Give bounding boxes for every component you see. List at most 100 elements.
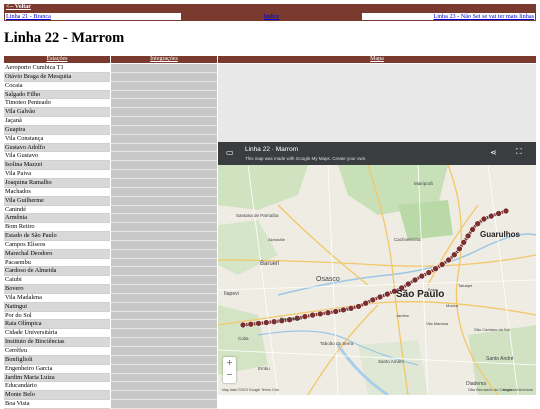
station-marker[interactable] [247,320,255,328]
station-name: Cardoso de Almeida [4,267,110,277]
stations-table: Aeroporto Cumbica T1 Otávio Braga de Mesq… [4,64,217,409]
table-row: Por do Sol [4,311,217,321]
station-marker[interactable] [502,207,510,215]
table-row: Educandário [4,382,217,392]
station-marker[interactable] [355,303,362,310]
fullscreen-icon[interactable]: ⛶ [516,147,522,157]
station-integrations [111,329,217,339]
station-marker[interactable] [474,220,482,228]
station-name: Natingui [4,302,110,312]
table-row: Canindé [4,205,217,215]
station-marker[interactable] [438,261,446,268]
map-place-label: Vila Mariana [426,321,449,326]
station-name: Machados [4,188,110,197]
table-row: Marechal Deodoro [4,249,217,259]
station-integrations [111,223,217,233]
station-marker[interactable] [451,251,458,258]
station-integrations [111,196,217,206]
station-marker[interactable] [301,313,309,320]
station-marker[interactable] [362,299,369,307]
nav-prev-cell: Linha 21 - Branca [5,13,181,20]
col-header-stations: Estações [4,56,110,63]
map-place-label: Mairiporã [414,181,433,186]
map-attribution[interactable]: Map data ©2023 Google Terms 2 km [222,388,279,392]
station-marker[interactable] [384,290,391,298]
station-integrations [111,276,217,286]
station-marker[interactable] [324,309,332,316]
station-marker[interactable] [495,210,502,217]
station-marker[interactable] [487,212,495,220]
table-row: Joaquina Ramalho [4,178,217,188]
station-marker[interactable] [332,308,339,315]
station-marker[interactable] [347,305,355,312]
station-integrations [111,99,217,109]
index-link[interactable]: Índice [264,13,279,20]
map-place-label: Alphaville [268,237,286,242]
station-name: Monte Belo [4,391,110,401]
station-marker[interactable] [480,215,488,223]
station-marker[interactable] [418,272,426,280]
station-name: Jaçanã [4,117,110,126]
station-name: Otávio Braga de Mesquita [4,72,110,82]
station-marker[interactable] [369,296,377,304]
prev-line-link[interactable]: Linha 21 - Branca [6,13,51,20]
station-integrations [111,382,217,392]
station-marker[interactable] [317,310,324,318]
station-marker[interactable] [255,320,262,327]
station-marker[interactable] [432,265,439,272]
back-link[interactable]: <-- Voltar [6,3,31,12]
station-name: Cidade Universitária [4,329,110,339]
col-header-integrations: Integrações [111,56,217,63]
page-title: Linha 22 - Marrom [4,30,125,46]
station-marker[interactable] [376,293,384,301]
map-place-label: Embu [258,366,270,371]
station-integrations [111,285,217,294]
map-canvas[interactable]: Guarulhos São Paulo Osasco Barueri Itapevi Co… [218,165,536,395]
map-legend-icon[interactable]: ▭ [226,148,234,157]
station-marker[interactable] [445,256,452,264]
station-marker[interactable] [239,321,247,329]
table-row: Pacaembu [4,258,217,268]
station-name: Armênia [4,214,110,224]
station-marker[interactable] [405,280,412,288]
station-marker[interactable] [411,276,419,284]
keyboard-shortcuts-link[interactable]: Keyboard shortcuts [503,388,533,392]
station-name: Vila Guilherme [4,196,110,206]
station-marker[interactable] [464,232,472,240]
station-marker[interactable] [270,318,278,325]
table-row: Cidade Universitária [4,329,217,339]
station-marker[interactable] [469,226,476,233]
station-marker[interactable] [262,319,270,326]
table-row: Vila Galvão [4,108,217,118]
station-marker[interactable] [309,311,316,319]
embedded-map[interactable]: ▭ Linha 22 · Marrom This map was made wi… [218,142,536,395]
station-integrations [111,347,217,356]
share-icon[interactable]: ⋖ [490,148,497,157]
table-row: Salgado Filho [4,90,217,100]
table-row: Raia Olímpica [4,320,217,330]
table-row: Aeroporto Cumbica T1 [4,64,217,73]
station-name: Bonfiglioli [4,355,110,365]
station-name: Canindé [4,206,110,215]
next-line-link[interactable]: Linha 23 - Não Sei se vai ter mais linha… [433,13,534,20]
station-marker[interactable] [460,239,467,246]
station-marker[interactable] [425,269,433,276]
station-name: Cocaia [4,82,110,91]
table-row: Cerrêfeu [4,347,217,356]
station-name: Vila Gustavo [4,152,110,162]
station-integrations [111,249,217,259]
park-area [358,340,428,395]
station-marker[interactable] [340,306,347,314]
station-integrations [111,267,217,277]
station-name: Campos Elíseos [4,241,110,250]
station-integrations [111,293,217,303]
station-integrations [111,81,217,91]
zoom-out-button[interactable]: − [223,369,236,381]
station-marker[interactable] [456,245,463,253]
station-integrations [111,161,217,171]
top-bar: <-- Voltar [4,4,536,12]
station-name: Gustavo Adolfo [4,143,110,153]
zoom-in-button[interactable]: + [223,357,236,369]
col-header-stations-label: Estações [46,56,68,62]
station-name: Raia Olímpica [4,320,110,330]
